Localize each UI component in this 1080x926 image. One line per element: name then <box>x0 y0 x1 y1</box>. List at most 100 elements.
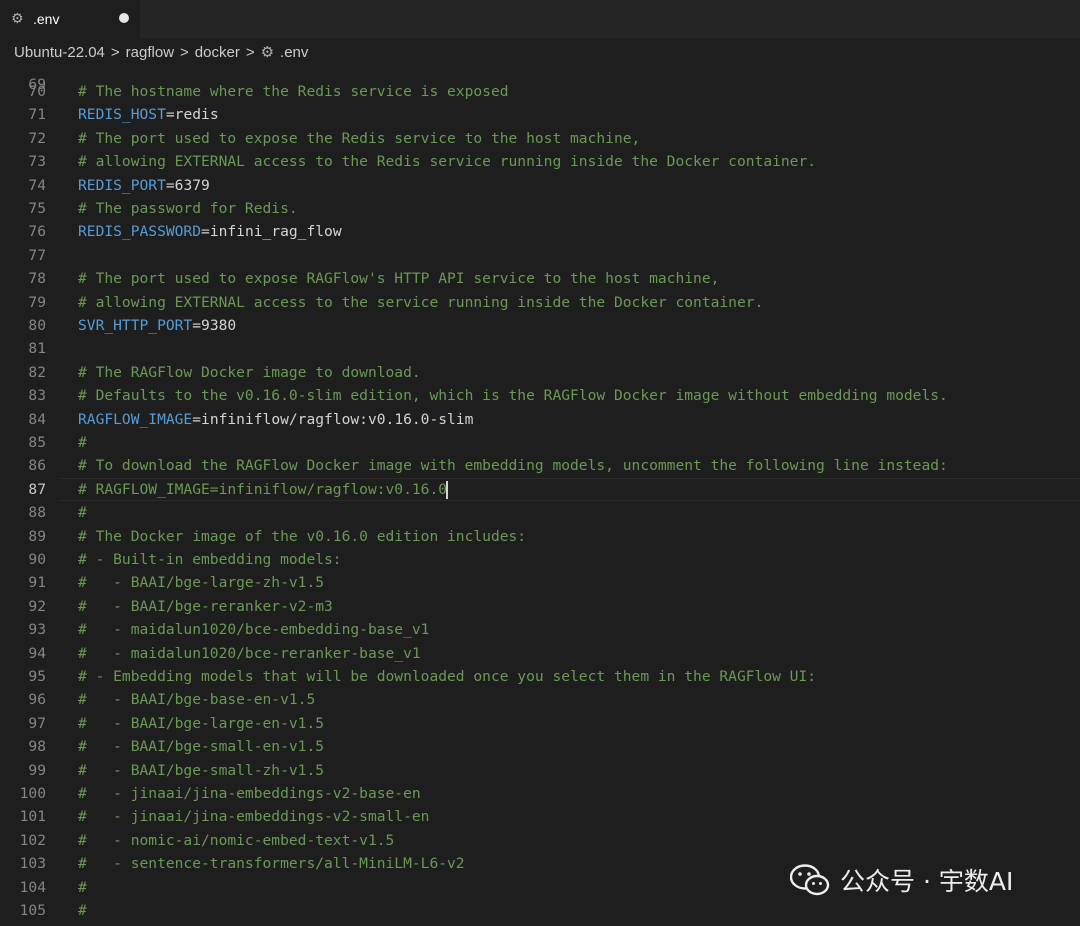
comment-text: # - Embedding models that will be downlo… <box>78 668 817 685</box>
code-editor[interactable]: 69 70 # The hostname where the Redis serv… <box>0 66 1080 926</box>
line-code: # The port used to expose RAGFlow's HTTP… <box>78 267 719 290</box>
line-code: # allowing EXTERNAL access to the Redis … <box>78 150 816 173</box>
env-key: SVR_HTTP_PORT <box>78 317 193 334</box>
line-number: 80 <box>28 317 46 334</box>
code-line-current[interactable]: 87 # RAGFLOW_IMAGE=infiniflow/ragflow:v0.… <box>0 477 1080 502</box>
code-line[interactable]: 74 REDIS_PORT=6379 <box>0 174 1080 197</box>
code-line[interactable]: 80 SVR_HTTP_PORT=9380 <box>0 314 1080 337</box>
code-line[interactable]: 84 RAGFLOW_IMAGE=infiniflow/ragflow:v0.16… <box>0 408 1080 431</box>
line-number: 89 <box>28 527 46 545</box>
code-line-partial[interactable]: 69 <box>0 66 1080 93</box>
watermark-text: 公众号 · 宇数AI <box>840 867 1014 896</box>
tab-bar: ⚙ .env <box>0 0 1080 38</box>
line-number: 82 <box>28 363 46 381</box>
line-code: REDIS_PASSWORD=infini_rag_flow <box>78 220 342 243</box>
line-code: # - BAAI/bge-base-en-v1.5 <box>78 688 315 711</box>
breadcrumb-item-file[interactable]: .env <box>280 44 308 61</box>
code-line[interactable]: 79 # allowing EXTERNAL access to the serv… <box>0 291 1080 314</box>
equals-sign: = <box>165 176 175 194</box>
breadcrumb-item-docker[interactable]: docker <box>195 44 240 61</box>
line-number: 86 <box>28 457 46 475</box>
line-number: 98 <box>28 738 46 756</box>
text-cursor <box>446 480 449 499</box>
env-key: REDIS_HOST <box>78 106 166 124</box>
gear-icon: ⚙ <box>11 11 24 27</box>
comment-text: # - jinaai/jina-embeddings-v2-base-en <box>78 785 421 802</box>
comment-text: # RAGFLOW_IMAGE=infiniflow/ragflow:v0.16… <box>78 480 448 498</box>
line-code: # - jinaai/jina-embeddings-v2-small-en <box>78 805 429 828</box>
line-number: 103 <box>19 855 46 873</box>
code-line[interactable]: 102 # - nomic-ai/nomic-embed-text-v1.5 <box>0 829 1080 852</box>
code-line[interactable]: 88 # <box>0 501 1080 524</box>
watermark: 公众号 · 宇数AI <box>790 862 1013 898</box>
code-line[interactable]: 83 # Defaults to the v0.16.0-slim edition… <box>0 384 1080 407</box>
code-line[interactable]: 86 # To download the RAGFlow Docker image… <box>0 454 1080 477</box>
line-number: 84 <box>28 410 46 428</box>
comment-text: # - BAAI/bge-large-en-v1.5 <box>78 714 325 732</box>
comment-text: # allowing EXTERNAL access to the servic… <box>78 293 764 311</box>
code-line[interactable]: 105 # <box>0 899 1080 922</box>
line-number: 102 <box>19 831 46 849</box>
line-number: 81 <box>28 340 46 358</box>
equals-sign: = <box>165 106 175 124</box>
code-line[interactable]: 81 <box>0 337 1080 360</box>
comment-text: # - sentence-transformers/all-MiniLM-L6-… <box>78 855 465 873</box>
comment-text: # - Built-in embedding models: <box>78 551 342 568</box>
line-number: 74 <box>28 176 46 194</box>
line-code: # The Docker image of the v0.16.0 editio… <box>78 525 526 548</box>
line-code: # RAGFLOW_IMAGE=infiniflow/ragflow:v0.16… <box>78 478 449 501</box>
line-code: # - BAAI/bge-small-zh-v1.5 <box>78 759 324 782</box>
comment-text: # <box>78 902 87 919</box>
code-line[interactable]: 76 REDIS_PASSWORD=infini_rag_flow <box>0 220 1080 243</box>
comment-text: # The port used to expose RAGFlow's HTTP… <box>78 270 720 288</box>
code-line[interactable]: 99 # - BAAI/bge-small-zh-v1.5 <box>0 759 1080 782</box>
code-line[interactable]: 97 # - BAAI/bge-large-en-v1.5 <box>0 712 1080 735</box>
code-line[interactable]: 73 # allowing EXTERNAL access to the Redi… <box>0 150 1080 173</box>
comment-text: # Defaults to the v0.16.0-slim edition, … <box>78 387 948 405</box>
line-number: 95 <box>28 668 46 685</box>
code-line[interactable]: 96 # - BAAI/bge-base-en-v1.5 <box>0 688 1080 711</box>
tab-env-file[interactable]: ⚙ .env <box>0 0 140 38</box>
unsaved-dot-icon[interactable] <box>119 13 129 23</box>
line-number: 72 <box>28 129 46 147</box>
code-line[interactable]: 78 # The port used to expose RAGFlow's HT… <box>0 267 1080 290</box>
code-line[interactable]: 72 # The port used to expose the Redis se… <box>0 127 1080 150</box>
line-number: 101 <box>19 808 46 826</box>
comment-text: # The port used to expose the Redis serv… <box>78 129 641 147</box>
code-line[interactable]: 95 # - Embedding models that will be down… <box>0 665 1080 688</box>
code-line[interactable]: 71 REDIS_HOST=redis <box>0 103 1080 126</box>
code-line[interactable]: 90 # - Built-in embedding models: <box>0 548 1080 571</box>
code-line[interactable]: 100 # - jinaai/jina-embeddings-v2-base-en <box>0 782 1080 805</box>
code-line[interactable]: 75 # The password for Redis. <box>0 197 1080 220</box>
line-number: 94 <box>28 644 46 662</box>
code-line[interactable]: 101 # - jinaai/jina-embeddings-v2-small-e… <box>0 805 1080 828</box>
line-number: 96 <box>28 691 46 709</box>
code-line[interactable]: 94 # - maidalun1020/bce-reranker-base_v1 <box>0 642 1080 665</box>
line-number: 100 <box>19 785 46 802</box>
code-line[interactable]: 85 # <box>0 431 1080 454</box>
gear-icon: ⚙ <box>260 44 275 61</box>
code-line[interactable]: 91 # - BAAI/bge-large-zh-v1.5 <box>0 571 1080 594</box>
comment-text: # - BAAI/bge-small-zh-v1.5 <box>78 761 325 779</box>
line-number: 79 <box>28 293 46 311</box>
line-code: # - Built-in embedding models: <box>78 548 342 571</box>
env-value: redis <box>174 106 219 124</box>
code-line[interactable]: 92 # - BAAI/bge-reranker-v2-m3 <box>0 595 1080 618</box>
line-code: # <box>78 431 87 454</box>
code-line[interactable]: 89 # The Docker image of the v0.16.0 edit… <box>0 525 1080 548</box>
code-line[interactable]: 98 # - BAAI/bge-small-en-v1.5 <box>0 735 1080 758</box>
code-line[interactable]: 70 # The hostname where the Redis service… <box>0 80 1080 103</box>
breadcrumb-item-ubuntu[interactable]: Ubuntu-22.04 <box>14 44 105 61</box>
line-number: 83 <box>28 387 46 405</box>
breadcrumb-item-ragflow[interactable]: ragflow <box>126 44 174 61</box>
env-value: 6379 <box>174 176 210 194</box>
comment-text: # The RAGFlow Docker image to download. <box>78 363 421 381</box>
line-number: 104 <box>19 878 46 896</box>
line-number: 87 <box>28 480 46 498</box>
breadcrumb-separator: > <box>180 43 189 61</box>
code-line[interactable]: 82 # The RAGFlow Docker image to download… <box>0 361 1080 384</box>
code-line[interactable]: 77 <box>0 244 1080 267</box>
code-line[interactable]: 93 # - maidalun1020/bce-embedding-base_v1 <box>0 618 1080 641</box>
comment-text: # The hostname where the Redis service i… <box>78 83 509 100</box>
line-number: 70 <box>28 83 46 100</box>
